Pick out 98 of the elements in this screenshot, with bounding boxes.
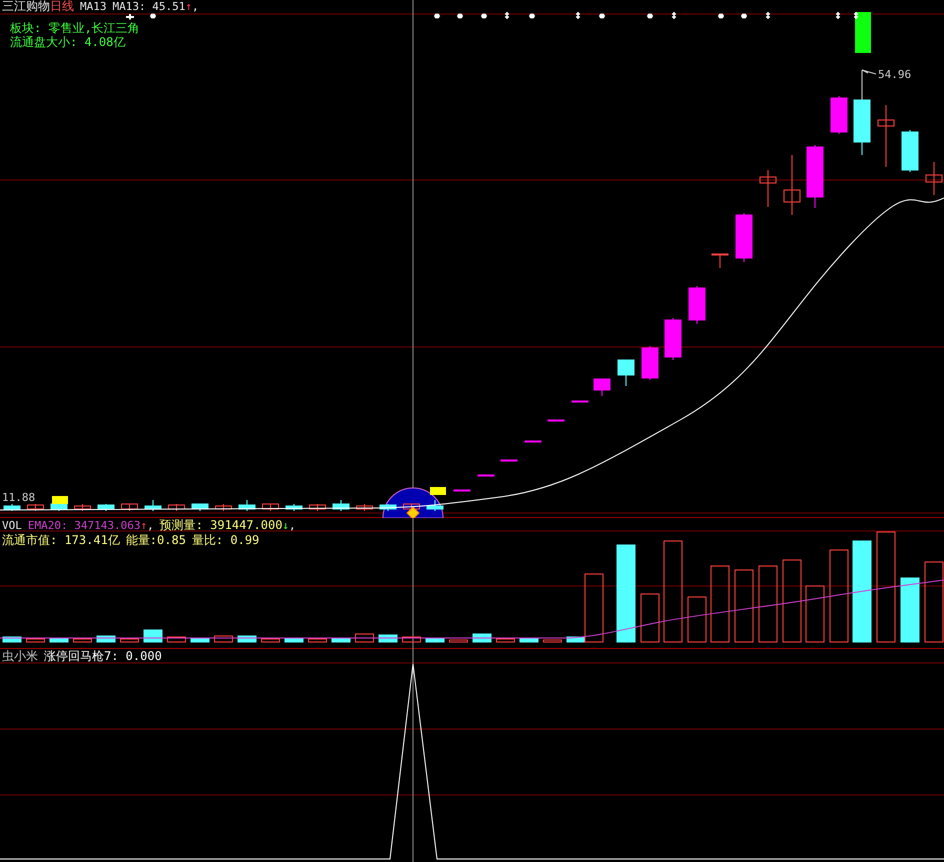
star-marker bbox=[456, 12, 464, 20]
star-marker bbox=[433, 12, 441, 20]
volume-bar bbox=[402, 636, 421, 642]
signal-marker bbox=[430, 487, 446, 495]
indicator-reading: 涨停回马枪7: 0.000 bbox=[44, 649, 162, 663]
volume-bar bbox=[120, 638, 139, 642]
high-price-label: 54.96 bbox=[878, 68, 912, 81]
candlestick bbox=[854, 100, 870, 156]
stat-text: 量比: 0.99 bbox=[192, 533, 260, 547]
volume-bar bbox=[900, 578, 920, 642]
volume-bar bbox=[426, 638, 444, 642]
candlestick bbox=[74, 504, 91, 512]
volume-bar bbox=[214, 636, 233, 642]
down-arrow: ↓ bbox=[282, 519, 290, 533]
info-text: 流通盘大小: 4.08亿 bbox=[9, 35, 126, 49]
candlestick bbox=[356, 504, 373, 512]
candlestick bbox=[426, 500, 444, 512]
candlestick bbox=[332, 500, 350, 512]
candlestick bbox=[144, 500, 162, 512]
volume-bar bbox=[308, 638, 327, 642]
candlestick bbox=[760, 170, 776, 208]
signal-bar bbox=[855, 12, 871, 53]
low-price-label: 11.88 bbox=[2, 491, 36, 504]
up-arrow: ↑ bbox=[185, 1, 192, 13]
volume-bar bbox=[2, 636, 22, 642]
candlestick bbox=[548, 420, 564, 422]
volume-bar bbox=[543, 640, 562, 642]
candlestick bbox=[784, 154, 800, 216]
candlestick bbox=[830, 96, 848, 134]
candlestick bbox=[664, 318, 682, 360]
candlestick bbox=[478, 474, 494, 476]
candlestick bbox=[380, 504, 396, 512]
stock-name: 三江购物 bbox=[2, 0, 50, 12]
ma-reading: MA13: 45.51 bbox=[112, 1, 186, 13]
volume-bar bbox=[449, 640, 468, 642]
candlestick bbox=[806, 144, 824, 208]
star-marker bbox=[598, 12, 606, 20]
candlestick bbox=[168, 504, 185, 512]
diamond-icon bbox=[406, 506, 420, 518]
volume-bar bbox=[261, 638, 280, 642]
volume-bar bbox=[332, 638, 350, 642]
volume-bar bbox=[355, 634, 374, 642]
candlestick bbox=[902, 130, 918, 172]
candlestick bbox=[121, 504, 138, 512]
candlestick bbox=[712, 254, 728, 268]
volume-bar bbox=[26, 638, 45, 642]
star-marker bbox=[528, 12, 536, 20]
forecast-reading: 预测量: 391447.000 bbox=[160, 518, 282, 532]
up-arrow: ↑ bbox=[140, 519, 148, 533]
candlestick bbox=[524, 440, 542, 442]
candlestick bbox=[309, 504, 326, 512]
volume-bar bbox=[144, 630, 162, 642]
stat-text: 能量:0.85 bbox=[126, 533, 186, 547]
volume-bar bbox=[806, 586, 824, 642]
candlestick bbox=[27, 504, 44, 512]
star-marker bbox=[740, 12, 748, 20]
candlestick bbox=[688, 286, 706, 324]
candlestick bbox=[215, 504, 232, 512]
volume-bar bbox=[688, 596, 706, 642]
separator: , bbox=[192, 1, 199, 13]
period-label: 日线 bbox=[50, 0, 74, 12]
plus-marker bbox=[125, 13, 135, 20]
stat-text: 流通市值: 173.41亿 bbox=[2, 533, 120, 547]
candlestick bbox=[262, 504, 279, 512]
candlestick bbox=[238, 500, 256, 512]
candlestick bbox=[642, 346, 658, 380]
separator: , bbox=[289, 519, 296, 533]
candlestick bbox=[618, 360, 634, 386]
volume-bar bbox=[190, 638, 210, 642]
indicator-name: MA13 bbox=[80, 1, 106, 13]
candlestick bbox=[4, 504, 20, 512]
signal-marker bbox=[52, 496, 68, 504]
candlestick bbox=[736, 212, 752, 262]
candlestick bbox=[926, 162, 942, 196]
candlestick bbox=[878, 104, 894, 168]
volume-label: VOL bbox=[2, 519, 22, 533]
star-marker bbox=[646, 12, 654, 20]
volume-bar bbox=[167, 636, 186, 642]
volume-bar bbox=[520, 638, 538, 642]
volume-bar bbox=[496, 638, 515, 642]
author-label: 虫小米 bbox=[2, 649, 38, 663]
separator: , bbox=[147, 519, 154, 533]
info-text: 板块: 零售业,长江三角 bbox=[9, 21, 140, 35]
candlestick bbox=[500, 460, 518, 462]
star-marker bbox=[149, 12, 157, 20]
leader-line bbox=[862, 70, 876, 100]
candlestick bbox=[192, 504, 208, 512]
volume-bar bbox=[50, 638, 68, 642]
candlestick bbox=[594, 378, 610, 396]
candlestick bbox=[98, 504, 114, 512]
star-marker bbox=[480, 12, 488, 20]
volume-bar bbox=[640, 594, 660, 642]
volume-bar bbox=[284, 638, 304, 642]
candlestick bbox=[572, 400, 588, 402]
volume-bar bbox=[73, 638, 92, 642]
candlestick bbox=[454, 490, 470, 492]
star-marker bbox=[717, 12, 725, 20]
ema-reading: EMA20: 347143.063 bbox=[28, 519, 140, 533]
